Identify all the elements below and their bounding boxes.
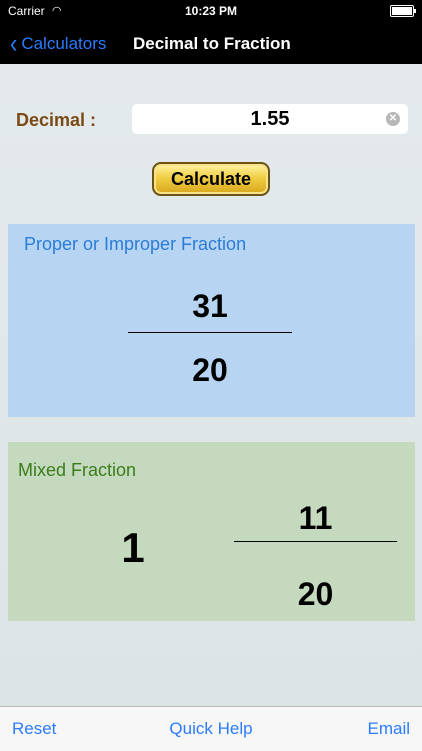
email-button[interactable]: Email — [367, 719, 410, 739]
page-title: Decimal to Fraction — [133, 34, 291, 53]
calculate-button[interactable]: Calculate — [152, 162, 270, 196]
proper-denominator: 20 — [192, 352, 228, 388]
status-bar: Carrier ◠ 10:23 PM — [0, 0, 422, 22]
fraction-bar — [234, 541, 397, 542]
mixed-denominator: 20 — [297, 576, 334, 612]
navigation-bar: ‹ Calculators Decimal to Fraction — [0, 22, 422, 64]
clear-icon[interactable]: ✕ — [386, 112, 400, 126]
decimal-label: Decimal : — [16, 110, 97, 130]
mixed-numerator: 11 — [298, 500, 333, 536]
battery-icon — [390, 5, 416, 17]
chevron-left-icon: ‹ — [10, 28, 18, 59]
mixed-fraction-title: Mixed Fraction — [18, 460, 137, 480]
quick-help-button[interactable]: Quick Help — [0, 719, 422, 739]
top-bar: Carrier ◠ 10:23 PM ‹ Calculators Decimal… — [0, 0, 422, 64]
fraction-bar — [128, 332, 292, 333]
decimal-input[interactable] — [132, 104, 408, 134]
back-button-label: Calculators — [21, 34, 107, 53]
mixed-whole-number: 1 — [121, 524, 145, 571]
bottom-toolbar: Reset Quick Help Email — [0, 706, 422, 751]
status-time: 10:23 PM — [184, 4, 238, 18]
proper-numerator: 31 — [192, 288, 228, 324]
proper-fraction-title: Proper or Improper Fraction — [24, 234, 247, 254]
back-button[interactable]: ‹ Calculators — [10, 28, 107, 59]
